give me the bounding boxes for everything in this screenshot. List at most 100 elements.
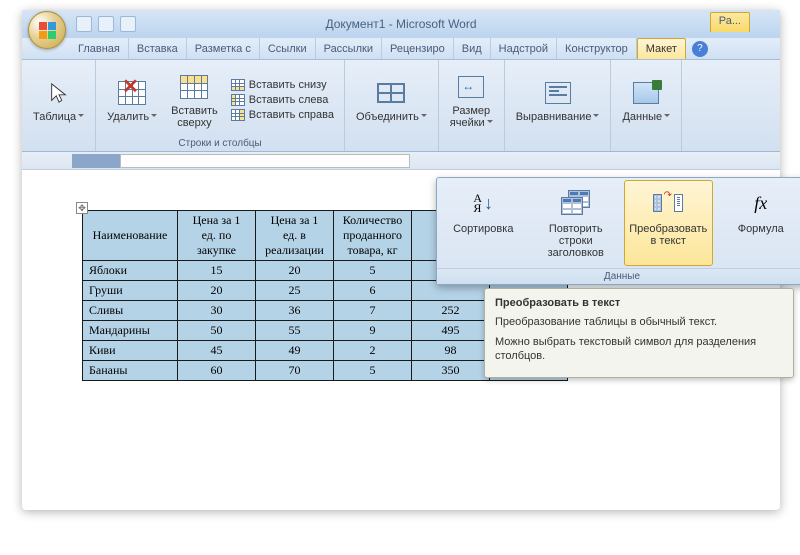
group-merge: Объединить <box>345 60 439 151</box>
cell-size-button[interactable]: Размер ячейки <box>445 68 498 132</box>
insert-above-button[interactable]: Вставить сверху <box>166 68 223 132</box>
data-button[interactable]: Данные <box>617 74 675 126</box>
chevron-down-icon <box>151 114 157 120</box>
table-cell[interactable]: 252 <box>412 301 490 321</box>
convert-to-text-label: Преобразовать в текст <box>629 223 707 247</box>
context-tab-table-tools[interactable]: Ра... <box>710 12 750 32</box>
table-header-cell[interactable]: Цена за 1 ед. в реализации <box>256 211 334 261</box>
table-cell[interactable]: Бананы <box>83 361 178 381</box>
merge-button[interactable]: Объединить <box>351 74 432 126</box>
table-cell[interactable]: 2 <box>334 341 412 361</box>
tooltip-line2: Можно выбрать текстовый символ для разде… <box>495 335 783 363</box>
repeat-header-label: Повторить строки заголовков <box>537 223 616 259</box>
table-header-cell[interactable]: Цена за 1 ед. по закупке <box>178 211 256 261</box>
qat-save-icon[interactable] <box>76 16 92 32</box>
chevron-down-icon <box>487 120 493 126</box>
table-header-cell[interactable]: Количество проданного товара, кг <box>334 211 412 261</box>
table-cell[interactable]: 45 <box>178 341 256 361</box>
table-cell[interactable]: 20 <box>178 281 256 301</box>
ribbon-tabs: Главная Вставка Разметка с Ссылки Рассыл… <box>22 38 780 60</box>
table-cell[interactable]: 5 <box>334 261 412 281</box>
table-cell[interactable]: 60 <box>178 361 256 381</box>
table-cell[interactable]: 30 <box>178 301 256 321</box>
group-table-select: Таблица <box>22 60 96 151</box>
ribbon: Таблица ✕ Удалить Вставить св <box>22 60 780 152</box>
table-cell[interactable]: 50 <box>178 321 256 341</box>
table-cell[interactable]: Сливы <box>83 301 178 321</box>
table-cell[interactable]: 6 <box>334 281 412 301</box>
table-cell[interactable]: 5 <box>334 361 412 381</box>
insert-left-button[interactable]: Вставить слева <box>227 93 338 107</box>
insert-above-icon <box>178 71 210 103</box>
cursor-icon <box>43 77 75 109</box>
tab-mailings[interactable]: Рассылки <box>316 38 382 59</box>
rows-cols-group-label: Строки и столбцы <box>178 138 261 150</box>
table-cell[interactable]: Груши <box>83 281 178 301</box>
delete-button[interactable]: ✕ Удалить <box>102 74 162 126</box>
tab-table-layout[interactable]: Макет <box>637 38 686 59</box>
window-title: Документ1 - Microsoft Word <box>325 17 476 31</box>
tab-design[interactable]: Конструктор <box>557 38 637 59</box>
insert-below-icon <box>231 79 245 91</box>
table-cell[interactable]: 36 <box>256 301 334 321</box>
table-cell[interactable]: Яблоки <box>83 261 178 281</box>
alignment-icon <box>542 77 574 109</box>
table-cell[interactable]: 70 <box>256 361 334 381</box>
table-move-handle[interactable]: ✥ <box>76 202 88 214</box>
table-cell[interactable]: 55 <box>256 321 334 341</box>
qat-undo-icon[interactable] <box>98 16 114 32</box>
tab-view[interactable]: Вид <box>454 38 491 59</box>
chevron-down-icon <box>593 114 599 120</box>
table-cell[interactable]: 350 <box>412 361 490 381</box>
convert-to-text-button[interactable]: ↷ Преобразовать в текст <box>624 180 713 266</box>
table-cell[interactable]: 15 <box>178 261 256 281</box>
office-button[interactable] <box>28 11 66 49</box>
select-table-label: Таблица <box>33 111 76 123</box>
tab-insert[interactable]: Вставка <box>129 38 187 59</box>
tooltip-line1: Преобразование таблицы в обычный текст. <box>495 315 783 329</box>
table-header-cell[interactable]: Наименование <box>83 211 178 261</box>
insert-above-label: Вставить сверху <box>171 105 218 129</box>
table-cell[interactable]: 7 <box>334 301 412 321</box>
data-icon <box>630 77 662 109</box>
alignment-button[interactable]: Выравнивание <box>511 74 605 126</box>
sort-button[interactable]: АЯ↓ Сортировка <box>439 180 528 266</box>
merge-label: Объединить <box>356 111 419 123</box>
tab-review[interactable]: Рецензиро <box>382 38 454 59</box>
table-cell[interactable]: Киви <box>83 341 178 361</box>
quick-access-toolbar <box>76 16 136 32</box>
table-cell[interactable]: 25 <box>256 281 334 301</box>
merge-icon <box>375 77 407 109</box>
sort-label: Сортировка <box>453 223 513 235</box>
insert-right-label: Вставить справа <box>249 109 334 121</box>
tooltip-convert-to-text: Преобразовать в текст Преобразование таб… <box>484 288 794 378</box>
help-button[interactable]: ? <box>692 41 708 57</box>
insert-right-button[interactable]: Вставить справа <box>227 108 338 122</box>
data-label: Данные <box>622 111 662 123</box>
cell-size-label: Размер ячейки <box>450 105 490 129</box>
table-cell[interactable]: 98 <box>412 341 490 361</box>
horizontal-ruler[interactable] <box>22 152 780 170</box>
table-cell[interactable]: 495 <box>412 321 490 341</box>
tab-addins[interactable]: Надстрой <box>491 38 557 59</box>
table-cell[interactable]: 49 <box>256 341 334 361</box>
group-rows-columns: ✕ Удалить Вставить сверху Вставить снизу <box>96 60 345 151</box>
tab-references[interactable]: Ссылки <box>260 38 316 59</box>
select-table-button[interactable]: Таблица <box>28 74 89 126</box>
table-cell[interactable]: Мандарины <box>83 321 178 341</box>
tab-page-layout[interactable]: Разметка с <box>187 38 260 59</box>
qat-redo-icon[interactable] <box>120 16 136 32</box>
table-cell[interactable]: 9 <box>334 321 412 341</box>
tooltip-title: Преобразовать в текст <box>495 297 783 309</box>
chevron-down-icon <box>664 114 670 120</box>
repeat-header-rows-button[interactable]: Повторить строки заголовков <box>532 180 621 266</box>
chevron-down-icon <box>78 114 84 120</box>
formula-button[interactable]: fx Формула <box>717 180 800 266</box>
data-dropdown-group-label: Данные <box>437 268 800 284</box>
insert-below-button[interactable]: Вставить снизу <box>227 78 338 92</box>
repeat-header-icon <box>560 187 592 219</box>
title-bar: Документ1 - Microsoft Word Ра... <box>22 10 780 38</box>
table-cell[interactable]: 20 <box>256 261 334 281</box>
insert-left-label: Вставить слева <box>249 94 329 106</box>
tab-home[interactable]: Главная <box>70 38 129 59</box>
